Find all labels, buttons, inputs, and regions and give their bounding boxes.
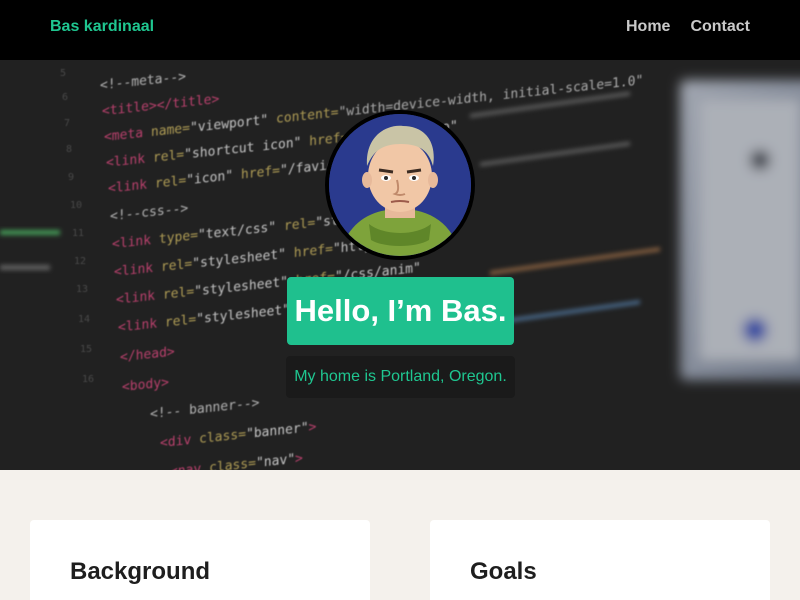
goals-title: Goals [470,558,537,585]
hero-headline: Hello, I’m Bas. [287,277,514,345]
hero-subline: My home is Portland, Oregon. [286,356,515,398]
nav-link-home[interactable]: Home [626,18,670,36]
goals-card: Goals [430,520,770,600]
nav-link-contact[interactable]: Contact [690,18,750,36]
brand-link[interactable]: Bas kardinaal [50,18,154,36]
avatar-illustration [329,114,471,256]
background-card: Background [30,520,370,600]
navbar: Bas kardinaal Home Contact [0,0,800,60]
background-title: Background [70,558,211,585]
nav-links: Home Contact [626,18,750,36]
avatar [325,110,475,260]
